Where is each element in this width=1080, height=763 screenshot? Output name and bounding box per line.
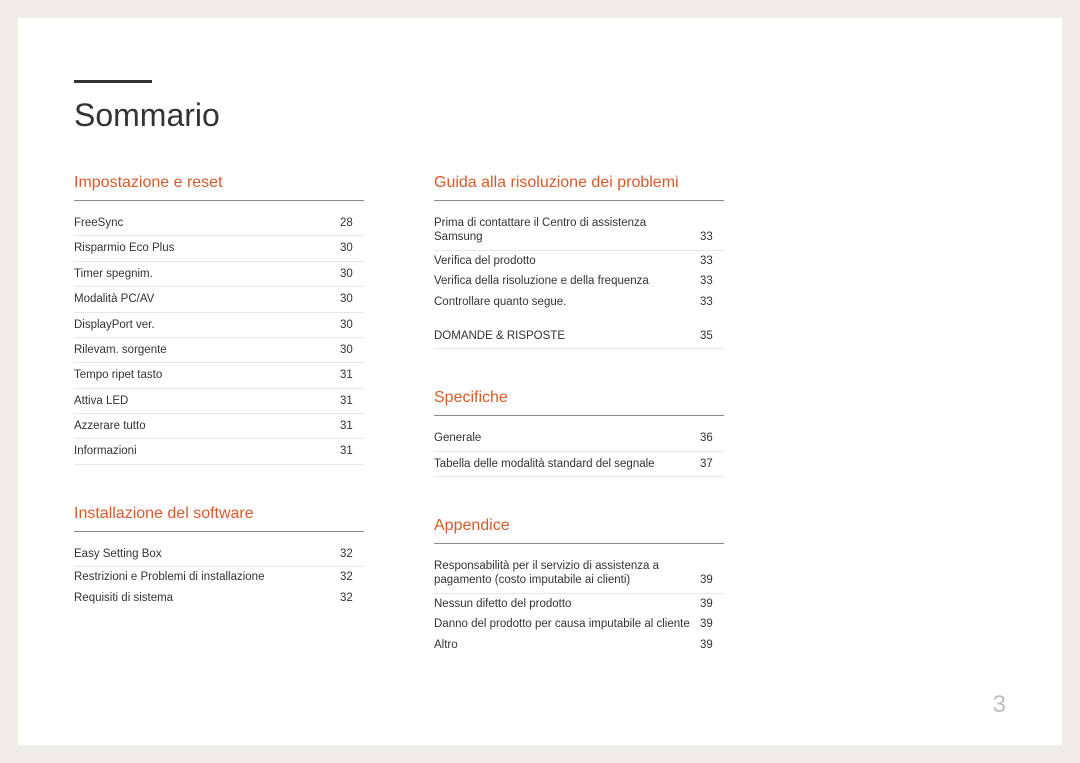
toc-entry[interactable]: Nessun difetto del prodotto39 — [434, 594, 724, 614]
toc-entry-page: 35 — [700, 329, 724, 343]
toc-entry[interactable]: Generale36 — [434, 426, 724, 451]
toc-entry-label: Risparmio Eco Plus — [74, 241, 340, 255]
toc-entry-page: 39 — [700, 638, 724, 652]
toc-entry-label: Prima di contattare il Centro di assiste… — [434, 216, 700, 245]
toc-entry[interactable]: Responsabilità per il servizio di assist… — [434, 554, 724, 594]
toc-entry-page: 33 — [700, 295, 724, 309]
toc-entry-label: Rilevam. sorgente — [74, 343, 340, 357]
toc-entry-label: Tempo ripet tasto — [74, 368, 340, 382]
toc-entry[interactable]: Easy Setting Box32 — [74, 542, 364, 567]
toc-entry-label: Restrizioni e Problemi di installazione — [74, 570, 340, 584]
toc-entry-label: Attiva LED — [74, 394, 340, 408]
toc-section: Installazione del software Easy Setting B… — [74, 505, 364, 608]
toc-entry-label: Timer spegnim. — [74, 267, 340, 281]
toc-entry[interactable]: Attiva LED31 — [74, 389, 364, 414]
toc-section-heading: Installazione del software — [74, 505, 364, 532]
toc-entry[interactable]: DOMANDE & RISPOSTE35 — [434, 324, 724, 349]
toc-entry[interactable]: Danno del prodotto per causa imputabile … — [434, 614, 724, 634]
toc-section-heading: Appendice — [434, 517, 724, 544]
toc-section: Guida alla risoluzione dei problemi Prima… — [434, 174, 724, 349]
toc-entry-page: 33 — [700, 230, 724, 244]
toc-entry-page: 39 — [700, 597, 724, 611]
toc-entry-page: 30 — [340, 343, 364, 357]
toc-entry-page: 36 — [700, 431, 724, 445]
toc-entry[interactable]: Restrizioni e Problemi di installazione3… — [74, 567, 364, 587]
toc-entry[interactable]: FreeSync28 — [74, 211, 364, 236]
toc-entry-label: Modalità PC/AV — [74, 292, 340, 306]
toc-entry-page: 32 — [340, 591, 364, 605]
toc-entry-page: 28 — [340, 216, 364, 230]
toc-entry-label: Informazioni — [74, 444, 340, 458]
toc-entry[interactable]: Rilevam. sorgente30 — [74, 338, 364, 363]
page-number: 3 — [993, 691, 1006, 719]
toc-entry[interactable]: Controllare quanto segue.33 — [434, 292, 724, 312]
toc-entry[interactable]: Prima di contattare il Centro di assiste… — [434, 211, 724, 251]
toc-entry-label: DisplayPort ver. — [74, 318, 340, 332]
toc-entry-page: 31 — [340, 444, 364, 458]
toc-entry[interactable]: Azzerare tutto31 — [74, 414, 364, 439]
toc-entry-label: Danno del prodotto per causa imputabile … — [434, 617, 700, 631]
toc-entry[interactable]: Tempo ripet tasto31 — [74, 363, 364, 388]
toc-entry-page: 32 — [340, 547, 364, 561]
document-page: Sommario Impostazione e resetFreeSync28R… — [18, 18, 1062, 745]
toc-entry-label: Generale — [434, 431, 700, 445]
toc-column-left: Impostazione e resetFreeSync28Risparmio … — [74, 174, 364, 695]
toc-section: Appendice Responsabilità per il servizio … — [434, 517, 724, 655]
toc-entry-label: Controllare quanto segue. — [434, 295, 700, 309]
toc-entry-label: Altro — [434, 638, 700, 652]
toc-entry-label: Responsabilità per il servizio di assist… — [434, 559, 700, 588]
toc-entry-page: 33 — [700, 274, 724, 288]
toc-entry-label: FreeSync — [74, 216, 340, 230]
toc-entry-label: Tabella delle modalità standard del segn… — [434, 457, 700, 471]
page-title: Sommario — [74, 97, 1006, 134]
toc-section-heading: Specifiche — [434, 389, 724, 416]
toc-entry[interactable]: Timer spegnim.30 — [74, 262, 364, 287]
toc-entry-page: 30 — [340, 241, 364, 255]
toc-entry[interactable]: Risparmio Eco Plus30 — [74, 236, 364, 261]
toc-entry[interactable]: Verifica della risoluzione e della frequ… — [434, 271, 724, 291]
toc-entry-page: 30 — [340, 318, 364, 332]
toc-entry-page: 32 — [340, 570, 364, 584]
toc-section-heading: Impostazione e reset — [74, 174, 364, 201]
toc-columns: Impostazione e resetFreeSync28Risparmio … — [74, 174, 1006, 695]
toc-section: SpecificheGenerale36Tabella delle modali… — [434, 389, 724, 477]
toc-entry[interactable]: Informazioni31 — [74, 439, 364, 464]
toc-section: Impostazione e resetFreeSync28Risparmio … — [74, 174, 364, 465]
toc-entry[interactable]: Verifica del prodotto33 — [434, 251, 724, 271]
toc-entry-label: Verifica della risoluzione e della frequ… — [434, 274, 700, 288]
toc-entry-label: Requisiti di sistema — [74, 591, 340, 605]
toc-entry[interactable]: Altro39 — [434, 635, 724, 655]
toc-section-heading: Guida alla risoluzione dei problemi — [434, 174, 724, 201]
toc-entry[interactable]: DisplayPort ver.30 — [74, 313, 364, 338]
toc-entry-page: 31 — [340, 368, 364, 382]
toc-entry-label: Nessun difetto del prodotto — [434, 597, 700, 611]
toc-entry-page: 30 — [340, 292, 364, 306]
toc-entry-page: 30 — [340, 267, 364, 281]
toc-column-right: Guida alla risoluzione dei problemi Prima… — [434, 174, 724, 695]
toc-entry-label: Azzerare tutto — [74, 419, 340, 433]
toc-entry-page: 33 — [700, 254, 724, 268]
toc-entry-page: 31 — [340, 419, 364, 433]
toc-entry-page: 39 — [700, 617, 724, 631]
toc-entry[interactable]: Tabella delle modalità standard del segn… — [434, 452, 724, 477]
title-rule — [74, 80, 152, 83]
toc-entry[interactable]: Requisiti di sistema32 — [74, 588, 364, 608]
toc-entry-label: DOMANDE & RISPOSTE — [434, 329, 700, 343]
toc-entry-page: 31 — [340, 394, 364, 408]
toc-entry-label: Verifica del prodotto — [434, 254, 700, 268]
toc-entry[interactable]: Modalità PC/AV30 — [74, 287, 364, 312]
toc-entry-label: Easy Setting Box — [74, 547, 340, 561]
toc-entry-page: 37 — [700, 457, 724, 471]
toc-entry-page: 39 — [700, 573, 724, 587]
